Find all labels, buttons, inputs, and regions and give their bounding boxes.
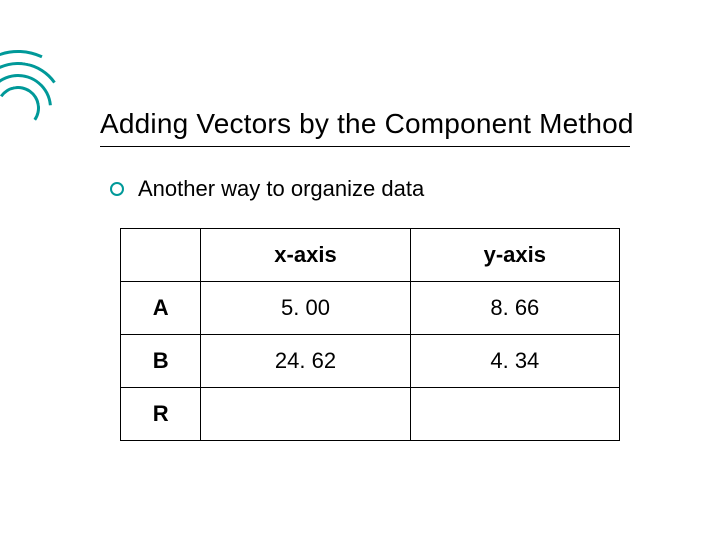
title-underline — [100, 146, 630, 147]
cell-y — [410, 388, 619, 441]
row-label: A — [121, 282, 201, 335]
cell-x — [201, 388, 410, 441]
row-label: B — [121, 335, 201, 388]
table-row: A 5. 00 8. 66 — [121, 282, 620, 335]
bullet-icon — [110, 182, 124, 196]
row-label: R — [121, 388, 201, 441]
cell-x: 24. 62 — [201, 335, 410, 388]
table-row: R — [121, 388, 620, 441]
swirl-decoration — [0, 50, 70, 160]
cell-x: 5. 00 — [201, 282, 410, 335]
cell-y: 8. 66 — [410, 282, 619, 335]
table-corner — [121, 229, 201, 282]
col-header-x: x-axis — [201, 229, 410, 282]
cell-y: 4. 34 — [410, 335, 619, 388]
bullet-item: Another way to organize data — [110, 176, 424, 202]
table-header-row: x-axis y-axis — [121, 229, 620, 282]
table-row: B 24. 62 4. 34 — [121, 335, 620, 388]
bullet-text: Another way to organize data — [138, 176, 424, 202]
col-header-y: y-axis — [410, 229, 619, 282]
components-table: x-axis y-axis A 5. 00 8. 66 B 24. 62 4. … — [120, 228, 620, 441]
slide-title: Adding Vectors by the Component Method — [100, 108, 634, 140]
